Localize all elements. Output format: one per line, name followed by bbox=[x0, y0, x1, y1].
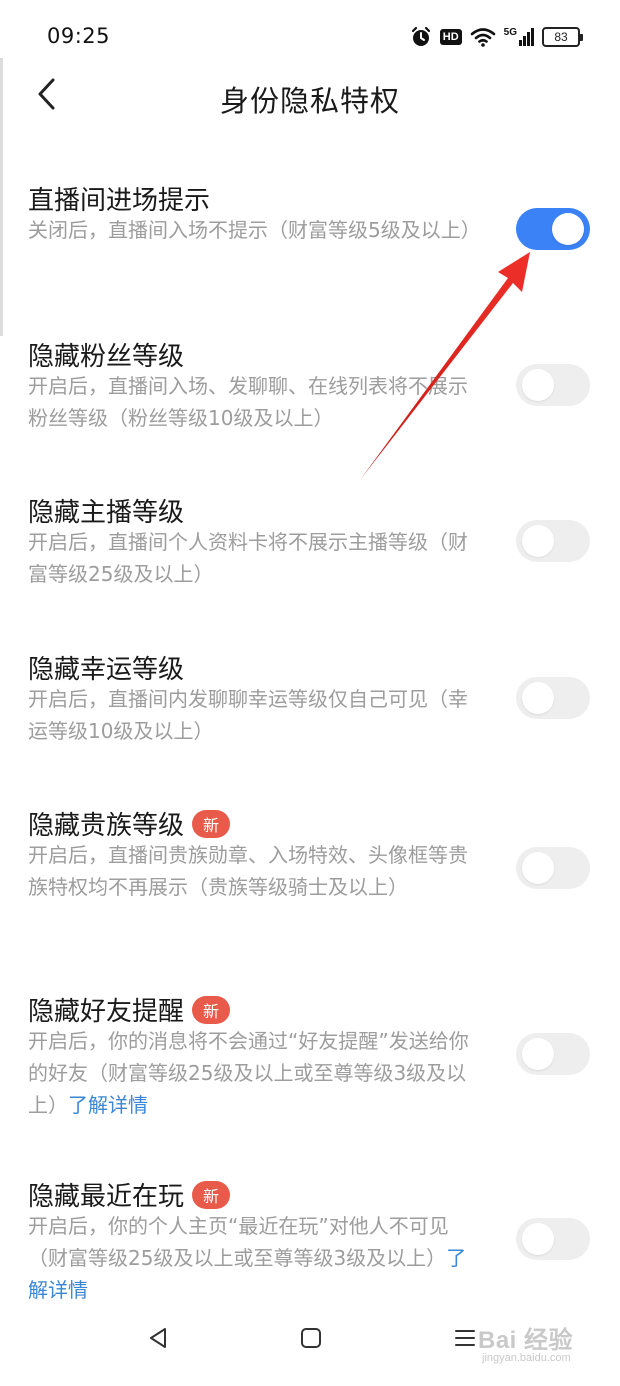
setting-title-text: 直播间进场提示 bbox=[28, 186, 211, 216]
setting-title: 直播间进场提示 bbox=[28, 180, 210, 217]
setting-description: 开启后，你的消息将不会通过“好友提醒”发送给你的好友（财富等级25级及以上或至尊… bbox=[28, 1025, 483, 1121]
toggle-knob bbox=[522, 369, 554, 401]
back-triangle-icon bbox=[146, 1326, 170, 1354]
setting-description: 开启后，直播间个人资料卡将不展示主播等级（财富等级25级及以上） bbox=[28, 526, 483, 590]
setting-title: 隐藏最近在玩 新 bbox=[28, 1176, 231, 1213]
toggle-knob bbox=[552, 213, 584, 245]
setting-description-text: 开启后，直播间入场、发聊聊、在线列表将不展示粉丝等级（粉丝等级10级及以上） bbox=[28, 374, 468, 430]
toggle-switch-hide-friend-reminder[interactable] bbox=[516, 1033, 590, 1075]
setting-description: 开启后，直播间内发聊聊幸运等级仅自己可见（幸运等级10级及以上） bbox=[28, 683, 483, 747]
setting-title: 隐藏好友提醒 新 bbox=[28, 991, 231, 1028]
toggle-switch-hide-noble-level[interactable] bbox=[516, 847, 590, 889]
setting-title: 隐藏幸运等级 bbox=[28, 649, 184, 686]
toggle-knob bbox=[522, 1038, 554, 1070]
status-icons: HD 5G 83 bbox=[410, 26, 583, 48]
battery-icon: 83 bbox=[542, 27, 583, 47]
setting-title: 隐藏贵族等级 新 bbox=[28, 805, 231, 842]
nav-home-button[interactable] bbox=[286, 1320, 336, 1360]
page-title: 身份隐私特权 bbox=[219, 84, 400, 118]
new-badge: 新 bbox=[192, 809, 231, 838]
toggle-switch-hide-fan-level[interactable] bbox=[516, 364, 590, 406]
setting-description-text: 开启后，直播间个人资料卡将不展示主播等级（财富等级25级及以上） bbox=[28, 530, 468, 586]
setting-description: 开启后，直播间贵族勋章、入场特效、头像框等贵族特权均不再展示（贵族等级骑士及以上… bbox=[28, 839, 483, 903]
toggle-switch-live-entry-notice[interactable] bbox=[516, 208, 590, 250]
alarm-icon bbox=[410, 26, 432, 48]
network-type-label: 5G bbox=[503, 27, 517, 38]
setting-description-text: 开启后，你的个人主页“最近在玩”对他人不可见（财富等级25级及以上或至尊等级3级… bbox=[28, 1214, 449, 1270]
setting-description: 开启后，你的个人主页“最近在玩”对他人不可见（财富等级25级及以上或至尊等级3级… bbox=[28, 1210, 483, 1306]
new-badge: 新 bbox=[192, 1180, 231, 1209]
baidu-watermark: Bai 经验 jingyan.baidu.com bbox=[470, 1318, 600, 1374]
setting-title-text: 隐藏粉丝等级 bbox=[28, 342, 185, 372]
home-square-icon bbox=[299, 1326, 323, 1354]
status-time: 09:25 bbox=[47, 24, 111, 48]
setting-title: 隐藏粉丝等级 bbox=[28, 336, 184, 373]
setting-title: 隐藏主播等级 bbox=[28, 492, 184, 529]
setting-title-text: 隐藏贵族等级 bbox=[28, 811, 185, 841]
setting-description: 关闭后，直播间入场不提示（财富等级5级及以上） bbox=[28, 214, 483, 246]
learn-more-link[interactable]: 了解详情 bbox=[68, 1093, 148, 1117]
setting-title-text: 隐藏最近在玩 bbox=[28, 1182, 185, 1212]
setting-title-text: 隐藏主播等级 bbox=[28, 498, 185, 528]
toggle-switch-hide-anchor-level[interactable] bbox=[516, 520, 590, 562]
toggle-knob bbox=[522, 525, 554, 557]
toggle-switch-hide-recently-played[interactable] bbox=[516, 1218, 590, 1260]
setting-description: 开启后，直播间入场、发聊聊、在线列表将不展示粉丝等级（粉丝等级10级及以上） bbox=[28, 370, 483, 434]
toggle-knob bbox=[522, 1223, 554, 1255]
toggle-switch-hide-luck-level[interactable] bbox=[516, 677, 590, 719]
watermark-logo: Bai 经验 bbox=[478, 1327, 574, 1354]
hd-icon: HD bbox=[439, 29, 462, 45]
setting-description-text: 关闭后，直播间入场不提示（财富等级5级及以上） bbox=[28, 218, 481, 242]
nav-back-button[interactable] bbox=[133, 1320, 183, 1360]
new-badge: 新 bbox=[192, 995, 231, 1024]
wifi-icon bbox=[470, 27, 496, 47]
setting-description-text: 开启后，直播间贵族勋章、入场特效、头像框等贵族特权均不再展示（贵族等级骑士及以上… bbox=[28, 843, 468, 899]
setting-description-text: 开启后，直播间内发聊聊幸运等级仅自己可见（幸运等级10级及以上） bbox=[28, 687, 468, 743]
setting-title-text: 隐藏幸运等级 bbox=[28, 655, 185, 685]
signal-5g-icon: 5G bbox=[504, 28, 534, 46]
toggle-knob bbox=[522, 852, 554, 884]
status-bar: 09:25 HD 5G 83 bbox=[0, 0, 620, 76]
setting-title-text: 隐藏好友提醒 bbox=[28, 997, 185, 1027]
header-bar: 身份隐私特权 bbox=[0, 70, 620, 122]
toggle-knob bbox=[522, 682, 554, 714]
watermark-url: jingyan.baidu.com bbox=[482, 1352, 571, 1364]
